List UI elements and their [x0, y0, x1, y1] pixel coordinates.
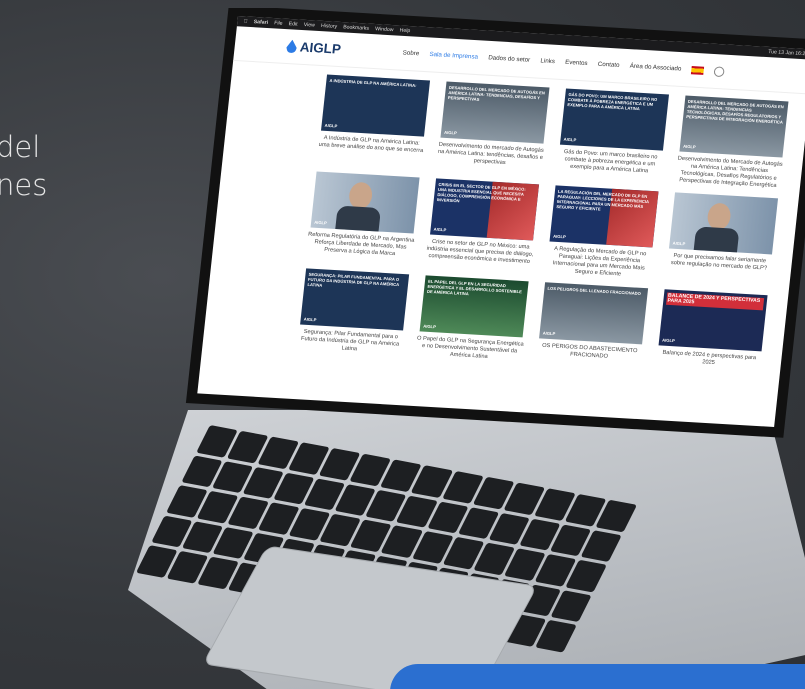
article-thumbnail[interactable]: A INDÚSTRIA DE GLP NA AMÉRICA LATINA: AIG…: [320, 74, 431, 137]
article-card[interactable]: AIGLP Por que precisamos falar seriamente…: [663, 192, 780, 287]
article-thumbnail[interactable]: BALANCE DE 2024 Y PERSPECTIVAS PARA 2025…: [658, 289, 768, 352]
nav-sobre[interactable]: Sobre: [402, 50, 419, 57]
article-thumbnail[interactable]: SEGURANÇA: PILAR FUNDAMENTAL PARA O FUTU…: [300, 268, 410, 331]
nav-contato[interactable]: Contato: [598, 61, 620, 68]
article-title[interactable]: Por que precisamos falar seriamente sobr…: [665, 252, 774, 273]
menu-help[interactable]: Help: [399, 27, 410, 34]
nav-links[interactable]: Links: [540, 58, 555, 65]
thumbnail-logo-badge: AIGLP: [563, 136, 577, 143]
article-card[interactable]: DESARROLLO DEL MERCADO DE AUTOGÁS EN AMÉ…: [435, 81, 552, 176]
side-text-line-2: nes: [0, 168, 48, 202]
thumbnail-headline: DESARROLLO DEL MERCADO DE AUTOGÁS EN AMÉ…: [447, 84, 546, 102]
thumbnail-logo-badge: AIGLP: [324, 122, 338, 129]
thumbnail-logo-badge: AIGLP: [542, 330, 556, 337]
article-thumbnail[interactable]: AIGLP: [668, 192, 779, 255]
article-thumbnail[interactable]: LOS PELIGROS DEL LLENADO FRACCIONADO AIGL…: [539, 282, 649, 345]
side-text: del nes: [0, 128, 47, 204]
article-title[interactable]: O Papel do GLP na Segurança Energética e…: [415, 335, 524, 363]
article-card[interactable]: GÁS DO POVO: UM MARCO BRASILEIRO NO COMB…: [554, 88, 671, 183]
article-title[interactable]: Reforma Regulatória do GLP na Argentina …: [306, 232, 415, 260]
portrait-head: [706, 202, 732, 231]
article-card[interactable]: LA REGULACIÓN DEL MERCADO DE GLP EN PARA…: [544, 185, 661, 280]
article-title[interactable]: Gás do Povo: um marco brasileiro no comb…: [555, 149, 664, 177]
menubar-clock[interactable]: Tue 13 Jan 16:22: [768, 49, 805, 57]
browser-window:  Safari File Edit View History Bookmark…: [197, 16, 805, 427]
menubar-app[interactable]: Safari: [253, 19, 268, 26]
menu-history[interactable]: History: [321, 23, 338, 30]
menu-bookmarks[interactable]: Bookmarks: [343, 24, 369, 32]
flame-drop-icon: [286, 39, 298, 53]
thumbnail-headline: A INDÚSTRIA DE GLP NA AMÉRICA LATINA:: [329, 77, 417, 88]
thumbnail-logo-badge: AIGLP: [552, 233, 567, 240]
article-thumbnail[interactable]: EL PAPEL DEL GLP EN LA SEGURIDAD ENERGÉT…: [419, 275, 529, 338]
thumbnail-logo-badge: AIGLP: [303, 316, 317, 323]
laptop-screen:  Safari File Edit View History Bookmark…: [178, 8, 805, 488]
article-card[interactable]: SEGURANÇA: PILAR FUNDAMENTAL PARA O FUTU…: [295, 268, 411, 356]
thumbnail-headline: BALANCE DE 2024 Y PERSPECTIVAS PARA 2025: [666, 292, 765, 311]
article-thumbnail[interactable]: DESARROLLO DEL MERCADO DE AUTOGÁS EN AMÉ…: [679, 95, 789, 158]
article-card[interactable]: EL PAPEL DEL GLP EN LA SEGURIDAD ENERGÉT…: [415, 275, 531, 363]
thumbnail-logo-badge: AIGLP: [443, 129, 458, 136]
article-thumbnail[interactable]: GÁS DO POVO: UM MARCO BRASILEIRO NO COMB…: [559, 88, 669, 151]
site-logo[interactable]: AIGLP: [286, 38, 342, 57]
nav-area-do-associado[interactable]: Área do Associado: [629, 63, 681, 72]
portrait-body: [692, 226, 740, 255]
thumbnail-headline: LOS PELIGROS DEL LLENADO FRACCIONADO: [547, 285, 642, 297]
menu-file[interactable]: File: [274, 20, 283, 27]
menu-window[interactable]: Window: [375, 26, 394, 33]
article-title[interactable]: Desenvolvimento do Mercado de Autogás na…: [674, 156, 784, 191]
article-title[interactable]: Segurança: Pilar Fundamental para o Futu…: [295, 328, 404, 356]
thumbnail-logo-badge: AIGLP: [682, 143, 697, 150]
nav-sala-de-imprensa[interactable]: Sala de Imprensa: [429, 51, 478, 60]
article-card[interactable]: LOS PELIGROS DEL LLENADO FRACCIONADO AIGL…: [534, 282, 650, 370]
article-thumbnail[interactable]: DESARROLLO DEL MERCADO DE AUTOGÁS EN AMÉ…: [440, 81, 550, 144]
thumbnail-logo-badge: AIGLP: [433, 226, 447, 233]
thumbnail-headline: SEGURANÇA: PILAR FUNDAMENTAL PARA O FUTU…: [307, 271, 400, 288]
thumbnail-logo-badge: AIGLP: [422, 323, 437, 330]
article-thumbnail[interactable]: LA REGULACIÓN DEL MERCADO DE GLP EN PARA…: [549, 185, 659, 248]
spain-flag-icon[interactable]: [691, 65, 705, 75]
article-title[interactable]: Balanço de 2024 e perspectivas para 2025: [654, 349, 763, 370]
article-title[interactable]: A Regulação do Mercado de GLP no Paragua…: [544, 245, 654, 280]
nav-eventos[interactable]: Eventos: [565, 59, 588, 66]
apple-icon[interactable]: : [243, 18, 248, 24]
menu-view[interactable]: View: [303, 22, 315, 29]
thumbnail-logo-badge: AIGLP: [661, 337, 676, 344]
article-title[interactable]: Crise no setor de GLP no México: uma ind…: [425, 238, 534, 266]
article-thumbnail[interactable]: CRISIS EN EL SECTOR DE GLP EN MÉXICO: UN…: [430, 178, 540, 241]
nav-dados-do-setor[interactable]: Dados do setor: [488, 55, 531, 64]
thumbnail-headline: DESARROLLO DEL MERCADO DE AUTOGÁS EN AMÉ…: [686, 98, 785, 125]
side-text-line-1: del: [0, 130, 41, 164]
article-grid: A INDÚSTRIA DE GLP NA AMÉRICA LATINA: AIG…: [203, 61, 805, 378]
article-title[interactable]: Desenvolvimento do mercado de Autogás na…: [436, 142, 545, 170]
article-title[interactable]: A Indústria de GLP na América Latina: um…: [317, 135, 426, 156]
article-card[interactable]: A INDÚSTRIA DE GLP NA AMÉRICA LATINA: AIG…: [315, 74, 432, 169]
thumbnail-headline: GÁS DO POVO: UM MARCO BRASILEIRO NO COMB…: [567, 91, 658, 112]
search-icon[interactable]: [713, 65, 726, 77]
article-card[interactable]: DESARROLLO DEL MERCADO DE AUTOGÁS EN AMÉ…: [674, 95, 791, 190]
article-thumbnail[interactable]: AIGLP: [310, 171, 420, 234]
thumbnail-headline: EL PAPEL DEL GLP EN LA SEGURIDAD ENERGÉT…: [426, 278, 523, 297]
logo-text: AIGLP: [299, 39, 342, 57]
menu-edit[interactable]: Edit: [288, 21, 298, 28]
portrait-head: [347, 181, 374, 210]
article-title[interactable]: OS PERIGOS DO ABASTECIMENTO FRACIONADO: [535, 342, 644, 363]
article-card[interactable]: AIGLP Reforma Regulatória do GLP na Argen…: [305, 171, 422, 266]
article-card[interactable]: CRISIS EN EL SECTOR DE GLP EN MÉXICO: UN…: [424, 178, 541, 273]
blue-accent-strip: [390, 664, 805, 689]
portrait-body: [334, 205, 382, 234]
article-card[interactable]: BALANCE DE 2024 Y PERSPECTIVAS PARA 2025…: [654, 289, 770, 377]
thumbnail-logo-badge: AIGLP: [313, 219, 328, 226]
thumbnail-logo-badge: AIGLP: [672, 240, 686, 247]
